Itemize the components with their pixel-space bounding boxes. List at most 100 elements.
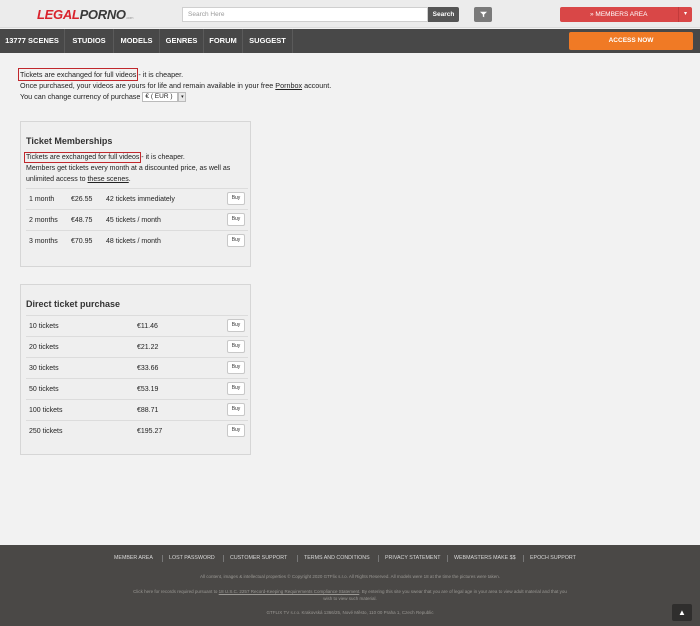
currency-label: You can change currency of purchase [20,92,141,101]
funnel-icon [479,11,487,17]
buy-button[interactable]: Buy [227,382,245,395]
membership-row: 1 month €26.55 42 tickets immediately Bu… [26,188,248,209]
buy-button[interactable]: Buy [227,403,245,416]
membership-row: 2 months €48.75 45 tickets / month Buy [26,209,248,230]
memberships-title: Ticket Memberships [26,136,113,146]
ticket-price: €11.46 [137,323,158,330]
ticket-qty: 250 tickets [29,428,63,435]
intro-text: Tickets are exchanged for full videos - … [17,68,332,103]
ticket-memberships-panel: Ticket Memberships Tickets are exchanged… [20,121,251,267]
nav-item-studios[interactable]: STUDIOS [65,29,114,53]
footer-separator [378,555,379,562]
plan-price: €70.95 [71,238,93,245]
ticket-row: 50 tickets €53.19 Buy [26,378,248,399]
access-now-button[interactable]: ACCESS NOW [569,32,693,50]
compliance-text-end: . By entering this site you swear that y… [359,589,567,594]
footer-separator [297,555,298,562]
top-bar: LEGALPORNO.com Search Here Search » MEMB… [0,0,700,28]
footer-separator [162,555,163,562]
memberships-description: Tickets are exchanged for full videos - … [23,152,248,185]
buy-button[interactable]: Buy [227,234,245,247]
currency-select[interactable]: € ( EUR ) [142,92,179,103]
footer-link-terms[interactable]: TERMS AND CONDITIONS [304,555,370,561]
pornbox-link[interactable]: Pornbox [275,81,302,90]
scroll-to-top-button[interactable]: ▲ [672,604,692,621]
plan-period: 2 months [29,217,58,224]
highlighted-text: Tickets are exchanged for full videos [23,152,142,163]
buy-button[interactable]: Buy [227,319,245,332]
intro-line-2: Once purchased, your videos are yours fo… [20,81,276,90]
direct-purchase-panel: Direct ticket purchase 10 tickets €11.46… [20,284,251,455]
footer-separator [447,555,448,562]
buy-button[interactable]: Buy [227,424,245,437]
footer-link-epoch-support[interactable]: EPOCH SUPPORT [530,555,576,561]
footer-link-member-area[interactable]: MEMBER AREA [114,555,153,561]
ticket-row: 10 tickets €11.46 Buy [26,315,248,336]
buy-button[interactable]: Buy [227,361,245,374]
these-scenes-link[interactable]: these scenes [87,176,128,183]
search-input[interactable]: Search Here [182,7,428,22]
intro-line-2-end: account. [302,81,332,90]
memberships-rest: - it is cheaper. [139,154,185,161]
footer-compliance: Click here for records required pursuant… [0,589,700,594]
highlighted-text: Tickets are exchanged for full videos [17,68,139,81]
compliance-text: Click here for records required pursuant… [133,589,219,594]
memberships-line-3-end: . [128,176,131,183]
plan-tickets: 42 tickets immediately [106,196,175,203]
footer-link-privacy[interactable]: PRIVACY STATEMENT [385,555,441,561]
footer-copyright: All content, images & intellectual prope… [200,574,500,579]
plan-period: 1 month [29,196,55,203]
filter-button[interactable] [474,7,492,22]
buy-button[interactable]: Buy [227,192,245,205]
direct-purchase-title: Direct ticket purchase [26,299,121,309]
nav-item-scenes[interactable]: 13777 SCENES [0,29,65,53]
nav-item-genres[interactable]: GENRES [160,29,204,53]
membership-row: 3 months €70.95 48 tickets / month Buy [26,230,248,251]
ticket-qty: 50 tickets [29,386,59,393]
ticket-qty: 20 tickets [29,344,59,351]
members-area-button[interactable]: » MEMBERS AREA ▾ [560,7,692,22]
chevron-down-icon[interactable]: ▾ [178,92,187,103]
ticket-row: 250 tickets €195.27 Buy [26,420,248,441]
memberships-line-3: unlimited access to [26,176,88,183]
ticket-price: €88.71 [137,407,159,414]
ticket-price: €53.19 [137,386,159,393]
ticket-price: €21.22 [137,344,159,351]
logo-part-2: PORNO [79,7,126,22]
footer-separator [523,555,524,562]
nav-item-suggest[interactable]: SUGGEST [243,29,293,53]
buy-button[interactable]: Buy [227,340,245,353]
intro-rest: - it is cheaper. [136,70,184,79]
ticket-price: €33.66 [137,365,159,372]
footer-address: GTFLIX TV s.r.o. Krakovská 1366/25, Nové… [266,610,434,615]
footer-link-lost-password[interactable]: LOST PASSWORD [169,555,215,561]
plan-tickets: 45 tickets / month [106,217,161,224]
compliance-link[interactable]: 18 U.S.C. 2257 Record-Keeping Requiremen… [219,589,360,594]
arrow-up-icon: ▲ [678,608,686,617]
ticket-price: €195.27 [137,428,163,435]
ticket-qty: 30 tickets [29,365,59,372]
buy-button[interactable]: Buy [227,213,245,226]
plan-tickets: 48 tickets / month [106,238,161,245]
footer-compliance-line-2: wish to view such material. [323,596,377,601]
footer-link-customer-support[interactable]: CUSTOMER SUPPORT [230,555,287,561]
nav-item-forum[interactable]: FORUM [204,29,243,53]
ticket-row: 20 tickets €21.22 Buy [26,336,248,357]
plan-period: 3 months [29,238,58,245]
site-logo[interactable]: LEGALPORNO.com [37,7,134,22]
logo-part-1: LEGAL [37,7,80,22]
ticket-row: 30 tickets €33.66 Buy [26,357,248,378]
footer-links: MEMBER AREA LOST PASSWORD CUSTOMER SUPPO… [0,555,700,565]
plan-price: €48.75 [71,217,93,224]
memberships-line-2: Members get tickets every month at a dis… [26,165,231,172]
plan-price: €26.55 [71,196,93,203]
chevron-down-icon[interactable]: ▾ [678,7,692,22]
ticket-row: 100 tickets €88.71 Buy [26,399,248,420]
members-area-label: » MEMBERS AREA [590,11,648,18]
ticket-qty: 100 tickets [29,407,63,414]
search-button[interactable]: Search [428,7,459,22]
footer-separator [223,555,224,562]
ticket-qty: 10 tickets [29,323,59,330]
footer-link-webmasters[interactable]: WEBMASTERS MAKE $$ [454,555,516,561]
nav-item-models[interactable]: MODELS [114,29,160,53]
